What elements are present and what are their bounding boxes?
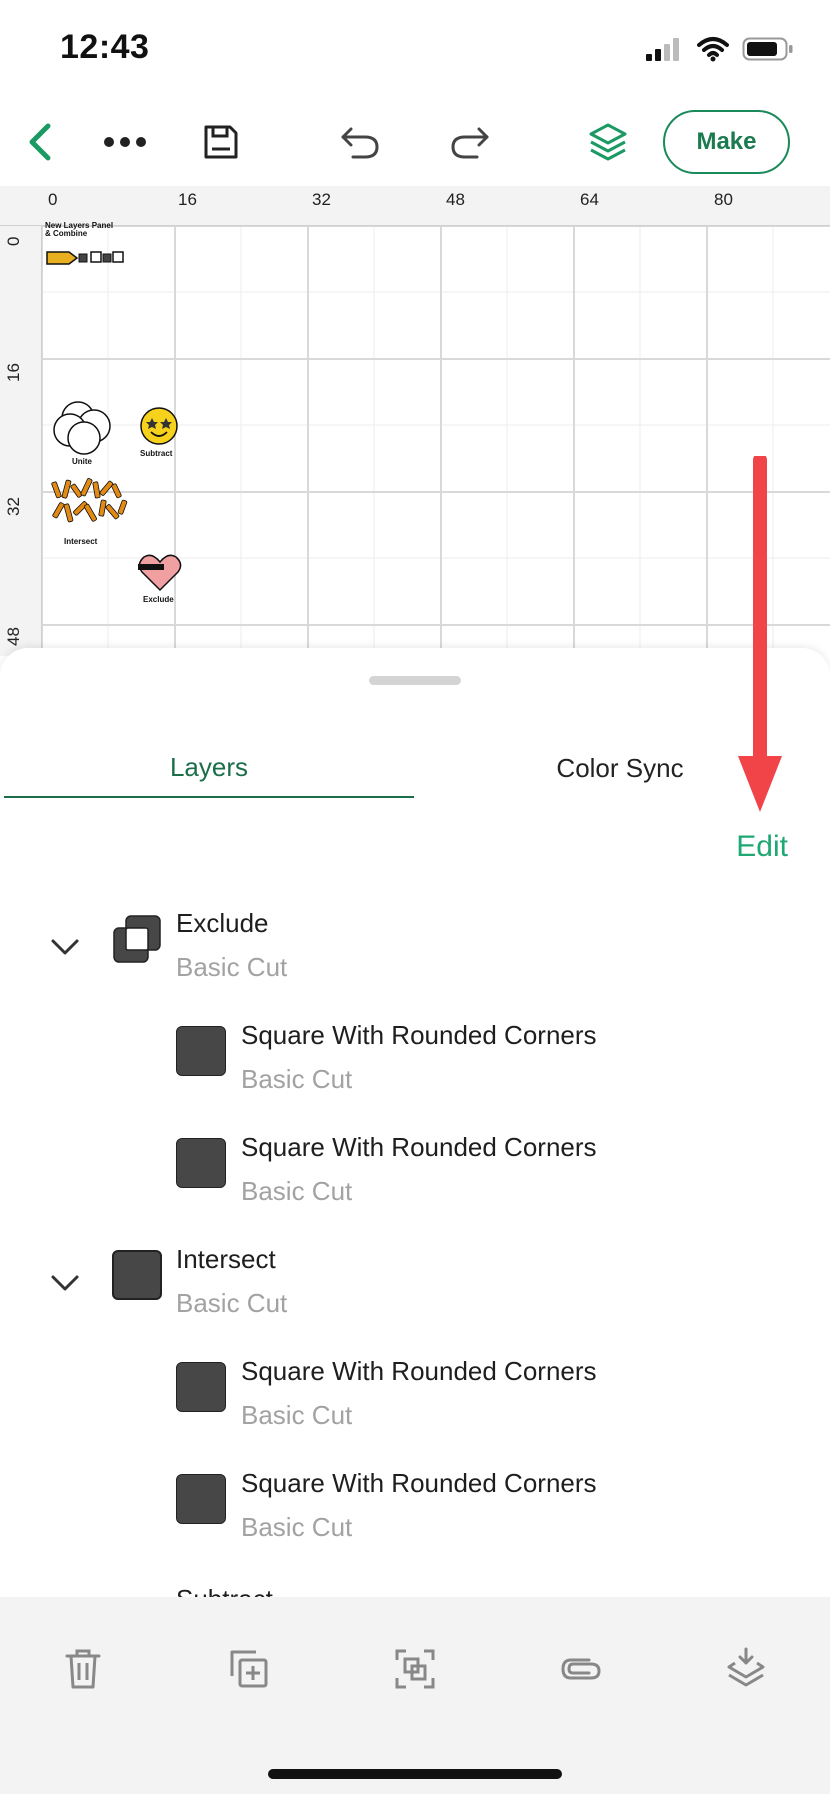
layer-name: Square With Rounded Corners: [241, 1132, 597, 1162]
undo-icon: [341, 127, 379, 159]
square-shape-icon: [176, 1026, 226, 1076]
delete-icon: [65, 1649, 101, 1689]
status-icons: [644, 36, 794, 62]
layer-name-partial[interactable]: Subtract: [176, 1584, 273, 1598]
square-shape-icon: [176, 1138, 226, 1188]
more-button[interactable]: [98, 100, 152, 184]
battery-icon: [742, 37, 793, 61]
bottom-action-bar: [0, 1597, 830, 1794]
layers-panel: Layers Color Sync Edit Exclude Basic Cut…: [0, 648, 830, 1598]
subtract-star-face-graphic[interactable]: [139, 406, 179, 446]
layer-group-row[interactable]: Intersect Basic Cut: [0, 1236, 830, 1332]
ruler-label: 80: [714, 190, 733, 209]
ruler-label: 0: [4, 236, 23, 246]
exclude-shape-icon: [113, 915, 161, 963]
layer-name: Square With Rounded Corners: [241, 1020, 597, 1050]
pencil-graphic[interactable]: [45, 246, 125, 270]
group-icon: [395, 1649, 435, 1689]
redo-button[interactable]: [444, 100, 496, 184]
square-shape-icon: [176, 1474, 226, 1524]
edit-button[interactable]: Edit: [736, 830, 788, 864]
exclude-label: Exclude: [143, 595, 174, 604]
chevron-down-icon[interactable]: [48, 930, 82, 964]
status-bar: 12:43: [0, 0, 830, 100]
ruler-label: 16: [178, 190, 197, 209]
chevron-down-icon[interactable]: [48, 1266, 82, 1300]
layer-row[interactable]: Square With Rounded Corners Basic Cut: [0, 1012, 830, 1108]
annotation-arrow-icon: [738, 456, 782, 812]
duplicate-button[interactable]: [219, 1639, 279, 1699]
drag-handle[interactable]: [369, 676, 461, 685]
ruler-label: 64: [580, 190, 599, 209]
layer-name: Intersect: [176, 1244, 276, 1274]
layer-name: Square With Rounded Corners: [241, 1468, 597, 1498]
intersect-shape-icon: [112, 1250, 162, 1300]
ruler-vertical: 0 16 32 48: [0, 226, 42, 656]
layer-subtitle: Basic Cut: [241, 1176, 353, 1206]
ruler-label: 48: [4, 627, 23, 646]
undo-button[interactable]: [334, 100, 386, 184]
save-button[interactable]: [196, 100, 246, 184]
attach-button[interactable]: [551, 1639, 611, 1699]
more-dots-icon: [104, 137, 146, 147]
canvas-title-text[interactable]: New Layers Panel & Combine: [45, 222, 113, 238]
status-time: 12:43: [60, 28, 150, 66]
layer-row[interactable]: Square With Rounded Corners Basic Cut: [0, 1348, 830, 1444]
layer-subtitle: Basic Cut: [241, 1400, 353, 1430]
layer-subtitle: Basic Cut: [176, 952, 288, 982]
layer-row[interactable]: Square With Rounded Corners Basic Cut: [0, 1124, 830, 1220]
layer-subtitle: Basic Cut: [241, 1064, 353, 1094]
tab-layers[interactable]: Layers: [4, 738, 414, 798]
subtract-label: Subtract: [140, 449, 173, 458]
layer-subtitle: Basic Cut: [176, 1288, 288, 1318]
layer-name: Exclude: [176, 908, 269, 938]
group-button[interactable]: [385, 1639, 445, 1699]
unite-circles-graphic[interactable]: [52, 400, 118, 456]
ruler-label: 16: [4, 363, 23, 382]
layer-row[interactable]: Square With Rounded Corners Basic Cut: [0, 1460, 830, 1556]
layer-subtitle: Basic Cut: [241, 1512, 353, 1542]
delete-button[interactable]: [53, 1639, 113, 1699]
ruler-label: 32: [312, 190, 331, 209]
panel-tabs: Layers Color Sync: [0, 738, 830, 798]
square-shape-icon: [176, 1362, 226, 1412]
layer-name: Square With Rounded Corners: [241, 1356, 597, 1386]
flatten-button[interactable]: [716, 1639, 776, 1699]
save-icon: [204, 125, 238, 159]
duplicate-icon: [230, 1650, 268, 1688]
design-canvas[interactable]: 0 16 32 48 64 80 0 16 32 48 New Layers P…: [0, 186, 830, 656]
top-toolbar: Make: [0, 100, 830, 184]
exclude-heart-graphic[interactable]: [138, 552, 182, 592]
unite-label: Unite: [72, 457, 92, 466]
ruler-label: 32: [4, 497, 23, 516]
redo-icon: [451, 127, 489, 159]
intersect-label: Intersect: [64, 537, 98, 546]
layer-group-row[interactable]: Exclude Basic Cut: [0, 900, 830, 996]
ruler-label: 0: [48, 190, 58, 209]
flatten-icon: [727, 1647, 765, 1687]
ruler-horizontal: 0 16 32 48 64 80: [0, 186, 830, 226]
home-indicator[interactable]: [268, 1769, 562, 1779]
ruler-label: 48: [446, 190, 465, 209]
attach-icon: [561, 1658, 601, 1680]
back-chevron-icon: [29, 123, 51, 161]
intersect-scatter-graphic[interactable]: [50, 476, 128, 532]
cellular-signal-icon: [646, 38, 679, 61]
make-button[interactable]: Make: [663, 110, 790, 174]
layers-icon: [589, 123, 627, 161]
wifi-icon: [697, 37, 729, 62]
back-button[interactable]: [18, 100, 62, 184]
layers-button[interactable]: [582, 100, 634, 184]
